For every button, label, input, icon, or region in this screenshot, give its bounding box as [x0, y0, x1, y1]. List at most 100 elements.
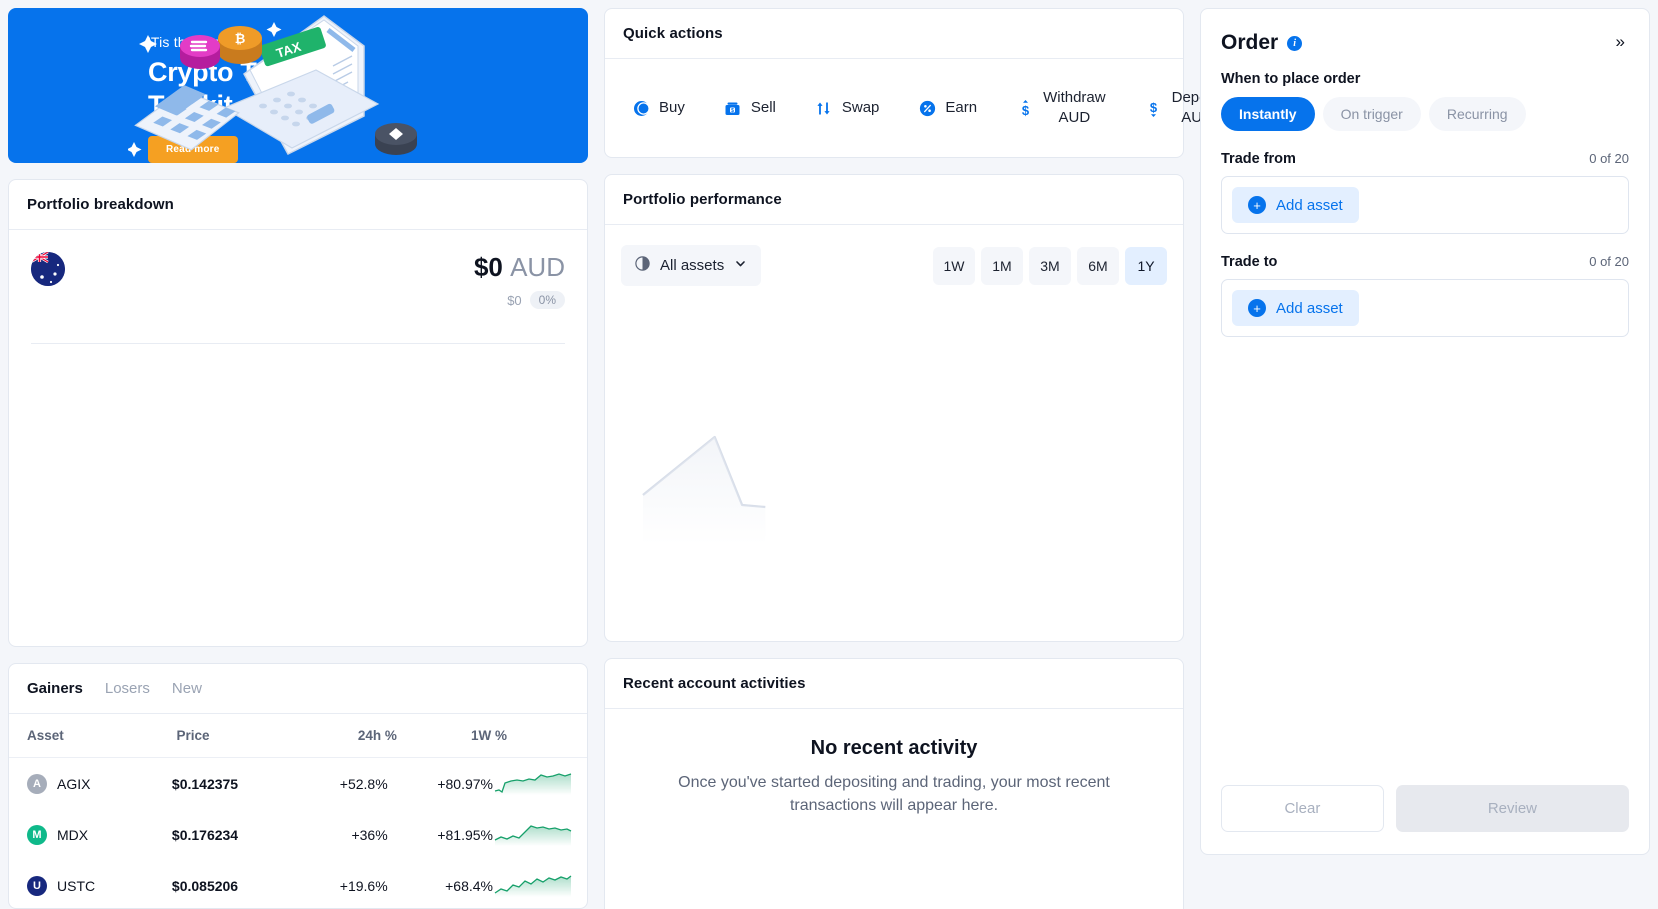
performance-chart-placeholder — [605, 385, 1183, 605]
right-column: Order i » When to place order Instantly O… — [1200, 8, 1650, 909]
quick-actions-card: Quick actions Buy $ Sell Swap Earn $ Wit… — [604, 8, 1222, 158]
column-sparkline — [507, 714, 587, 758]
info-icon[interactable]: i — [1287, 35, 1303, 51]
tab-gainers[interactable]: Gainers — [27, 680, 83, 697]
quick-action-sell-label: Sell — [750, 98, 776, 116]
cell-sparkline — [493, 758, 587, 809]
clear-button[interactable]: Clear — [1221, 785, 1384, 832]
recent-activity-body: No recent activity Once you've started d… — [605, 709, 1183, 909]
trade-from-count: 0 of 20 — [1589, 151, 1629, 166]
column-price: Price — [176, 728, 210, 743]
left-column: 'Tis the season Crypto Tax Toolkit Read … — [8, 8, 588, 909]
tab-new[interactable]: New — [172, 680, 202, 697]
column-24h: 24h % — [357, 728, 397, 743]
portfolio-total-value: $0 AUD $0 0% — [474, 252, 565, 309]
table-row[interactable]: A AGIX $0.142375 +52.8% +80.97% — [9, 758, 587, 809]
quick-action-withdraw-label: Withdraw — [1043, 88, 1106, 106]
asset-symbol: USTC — [57, 877, 96, 894]
table-row[interactable]: M MDX $0.176234 +36% +81.95% — [9, 809, 587, 860]
cell-24h: +52.8% — [339, 775, 388, 792]
coin-icon: U — [27, 875, 47, 896]
trade-from-row: Trade from 0 of 20 — [1221, 151, 1629, 167]
plus-icon: + — [1248, 299, 1266, 317]
coin-icon — [631, 98, 651, 118]
table-row[interactable]: U USTC $0.085206 +19.6% +68.4% — [9, 860, 587, 908]
dashboard-page: 'Tis the season Crypto Tax Toolkit Read … — [0, 0, 1658, 909]
quick-action-earn[interactable]: Earn — [917, 98, 977, 118]
cell-sparkline — [493, 809, 587, 860]
review-button[interactable]: Review — [1395, 785, 1629, 832]
promo-banner[interactable]: 'Tis the season Crypto Tax Toolkit Read … — [8, 8, 588, 163]
asset-symbol: AGIX — [57, 775, 91, 792]
trade-from-box: + Add asset — [1221, 176, 1629, 234]
portfolio-breakdown-header: Portfolio breakdown — [9, 180, 587, 230]
svg-text:$: $ — [731, 107, 734, 113]
when-option-on-trigger[interactable]: On trigger — [1322, 97, 1421, 131]
swap-arrows-icon — [814, 98, 834, 118]
trade-to-label: Trade to — [1221, 254, 1278, 270]
australia-flag-icon — [31, 252, 65, 286]
portfolio-breakdown-body: $0 AUD $0 0% — [9, 230, 587, 646]
recent-activity-empty-subtitle: Once you've started depositing and tradi… — [678, 774, 1110, 814]
portfolio-performance-header: Portfolio performance — [605, 175, 1183, 225]
crypto-tax-illustration: TAX ₿ — [128, 15, 417, 157]
add-asset-to-button[interactable]: + Add asset — [1232, 290, 1359, 326]
bitcoin-coin-icon: ₿ — [218, 26, 262, 64]
column-asset: Asset — [27, 728, 64, 743]
portfolio-change-value: $0 — [507, 292, 522, 308]
trade-to-row: Trade to 0 of 20 — [1221, 254, 1629, 270]
dollar-down-icon: $ — [1144, 98, 1164, 118]
portfolio-performance-card: Portfolio performance All assets 1W 1M 3M 6… — [604, 174, 1184, 642]
cell-sparkline — [493, 860, 587, 908]
order-panel-body: When to place order Instantly On trigger R… — [1201, 55, 1649, 337]
cell-24h: +36% — [351, 826, 388, 843]
chevron-double-right-icon[interactable]: » — [1612, 31, 1629, 52]
portfolio-breakdown-title: Portfolio breakdown — [27, 196, 174, 213]
range-button-1w[interactable]: 1W — [933, 246, 975, 285]
portfolio-breakdown-card: Portfolio breakdown $0 AUD $0 0% — [8, 179, 588, 647]
quick-action-withdraw-aud[interactable]: $ Withdraw AUD — [1015, 88, 1106, 129]
portfolio-change-percent: 0% — [529, 291, 565, 309]
coin-icon: M — [27, 824, 47, 845]
sparkline-chart — [494, 825, 572, 846]
ethereum-coin-icon — [375, 123, 417, 155]
order-panel-footer: Clear Review — [1221, 785, 1629, 832]
recent-activity-empty-title: No recent activity — [810, 737, 978, 759]
cell-24h: +19.6% — [339, 877, 388, 894]
dollar-up-icon: $ — [1015, 98, 1035, 118]
cash-register-icon: $ — [723, 98, 743, 118]
range-button-3m[interactable]: 3M — [1029, 246, 1071, 285]
range-button-1y[interactable]: 1Y — [1125, 246, 1167, 285]
when-option-recurring[interactable]: Recurring — [1428, 97, 1526, 131]
tab-losers[interactable]: Losers — [105, 680, 150, 697]
range-button-1m[interactable]: 1M — [981, 246, 1023, 285]
cell-price: $0.176234 — [171, 826, 239, 843]
quick-actions-header: Quick actions — [605, 9, 1183, 59]
time-range-buttons: 1W 1M 3M 6M 1Y — [933, 246, 1167, 285]
quick-action-earn-label: Earn — [945, 98, 978, 116]
pink-coin-icon — [180, 35, 220, 69]
quick-action-buy[interactable]: Buy — [631, 98, 685, 118]
asset-filter-select[interactable]: All assets — [621, 245, 762, 286]
add-asset-from-button[interactable]: + Add asset — [1232, 187, 1359, 223]
gainers-table: Asset Price 24h % 1W % — [9, 714, 587, 758]
quick-action-swap[interactable]: Swap — [814, 98, 879, 118]
gainers-rows-table: A AGIX $0.142375 +52.8% +80.97% M MDX $0.176234… — [9, 758, 587, 908]
percent-badge-icon — [917, 98, 937, 118]
trade-from-label: Trade from — [1221, 151, 1296, 167]
gainers-table-header-row: Asset Price 24h % 1W % — [9, 714, 587, 758]
range-button-6m[interactable]: 6M — [1077, 246, 1119, 285]
add-asset-to-label: Add asset — [1276, 299, 1343, 317]
quick-action-sell[interactable]: $ Sell — [723, 98, 776, 118]
portfolio-divider — [31, 343, 565, 344]
plus-icon: + — [1248, 196, 1266, 214]
order-panel: Order i » When to place order Instantly O… — [1200, 8, 1650, 855]
when-to-place-order-options: Instantly On trigger Recurring — [1221, 97, 1629, 131]
order-title: Order — [1221, 31, 1279, 54]
when-option-instantly[interactable]: Instantly — [1221, 97, 1315, 131]
quick-actions-title: Quick actions — [623, 25, 723, 42]
gainers-scroll-area[interactable]: A AGIX $0.142375 +52.8% +80.97% M MDX $0.176234… — [9, 758, 587, 908]
cell-asset: M MDX — [9, 809, 172, 860]
cell-1w: +80.97% — [437, 775, 493, 792]
cell-asset: U USTC — [9, 860, 172, 908]
